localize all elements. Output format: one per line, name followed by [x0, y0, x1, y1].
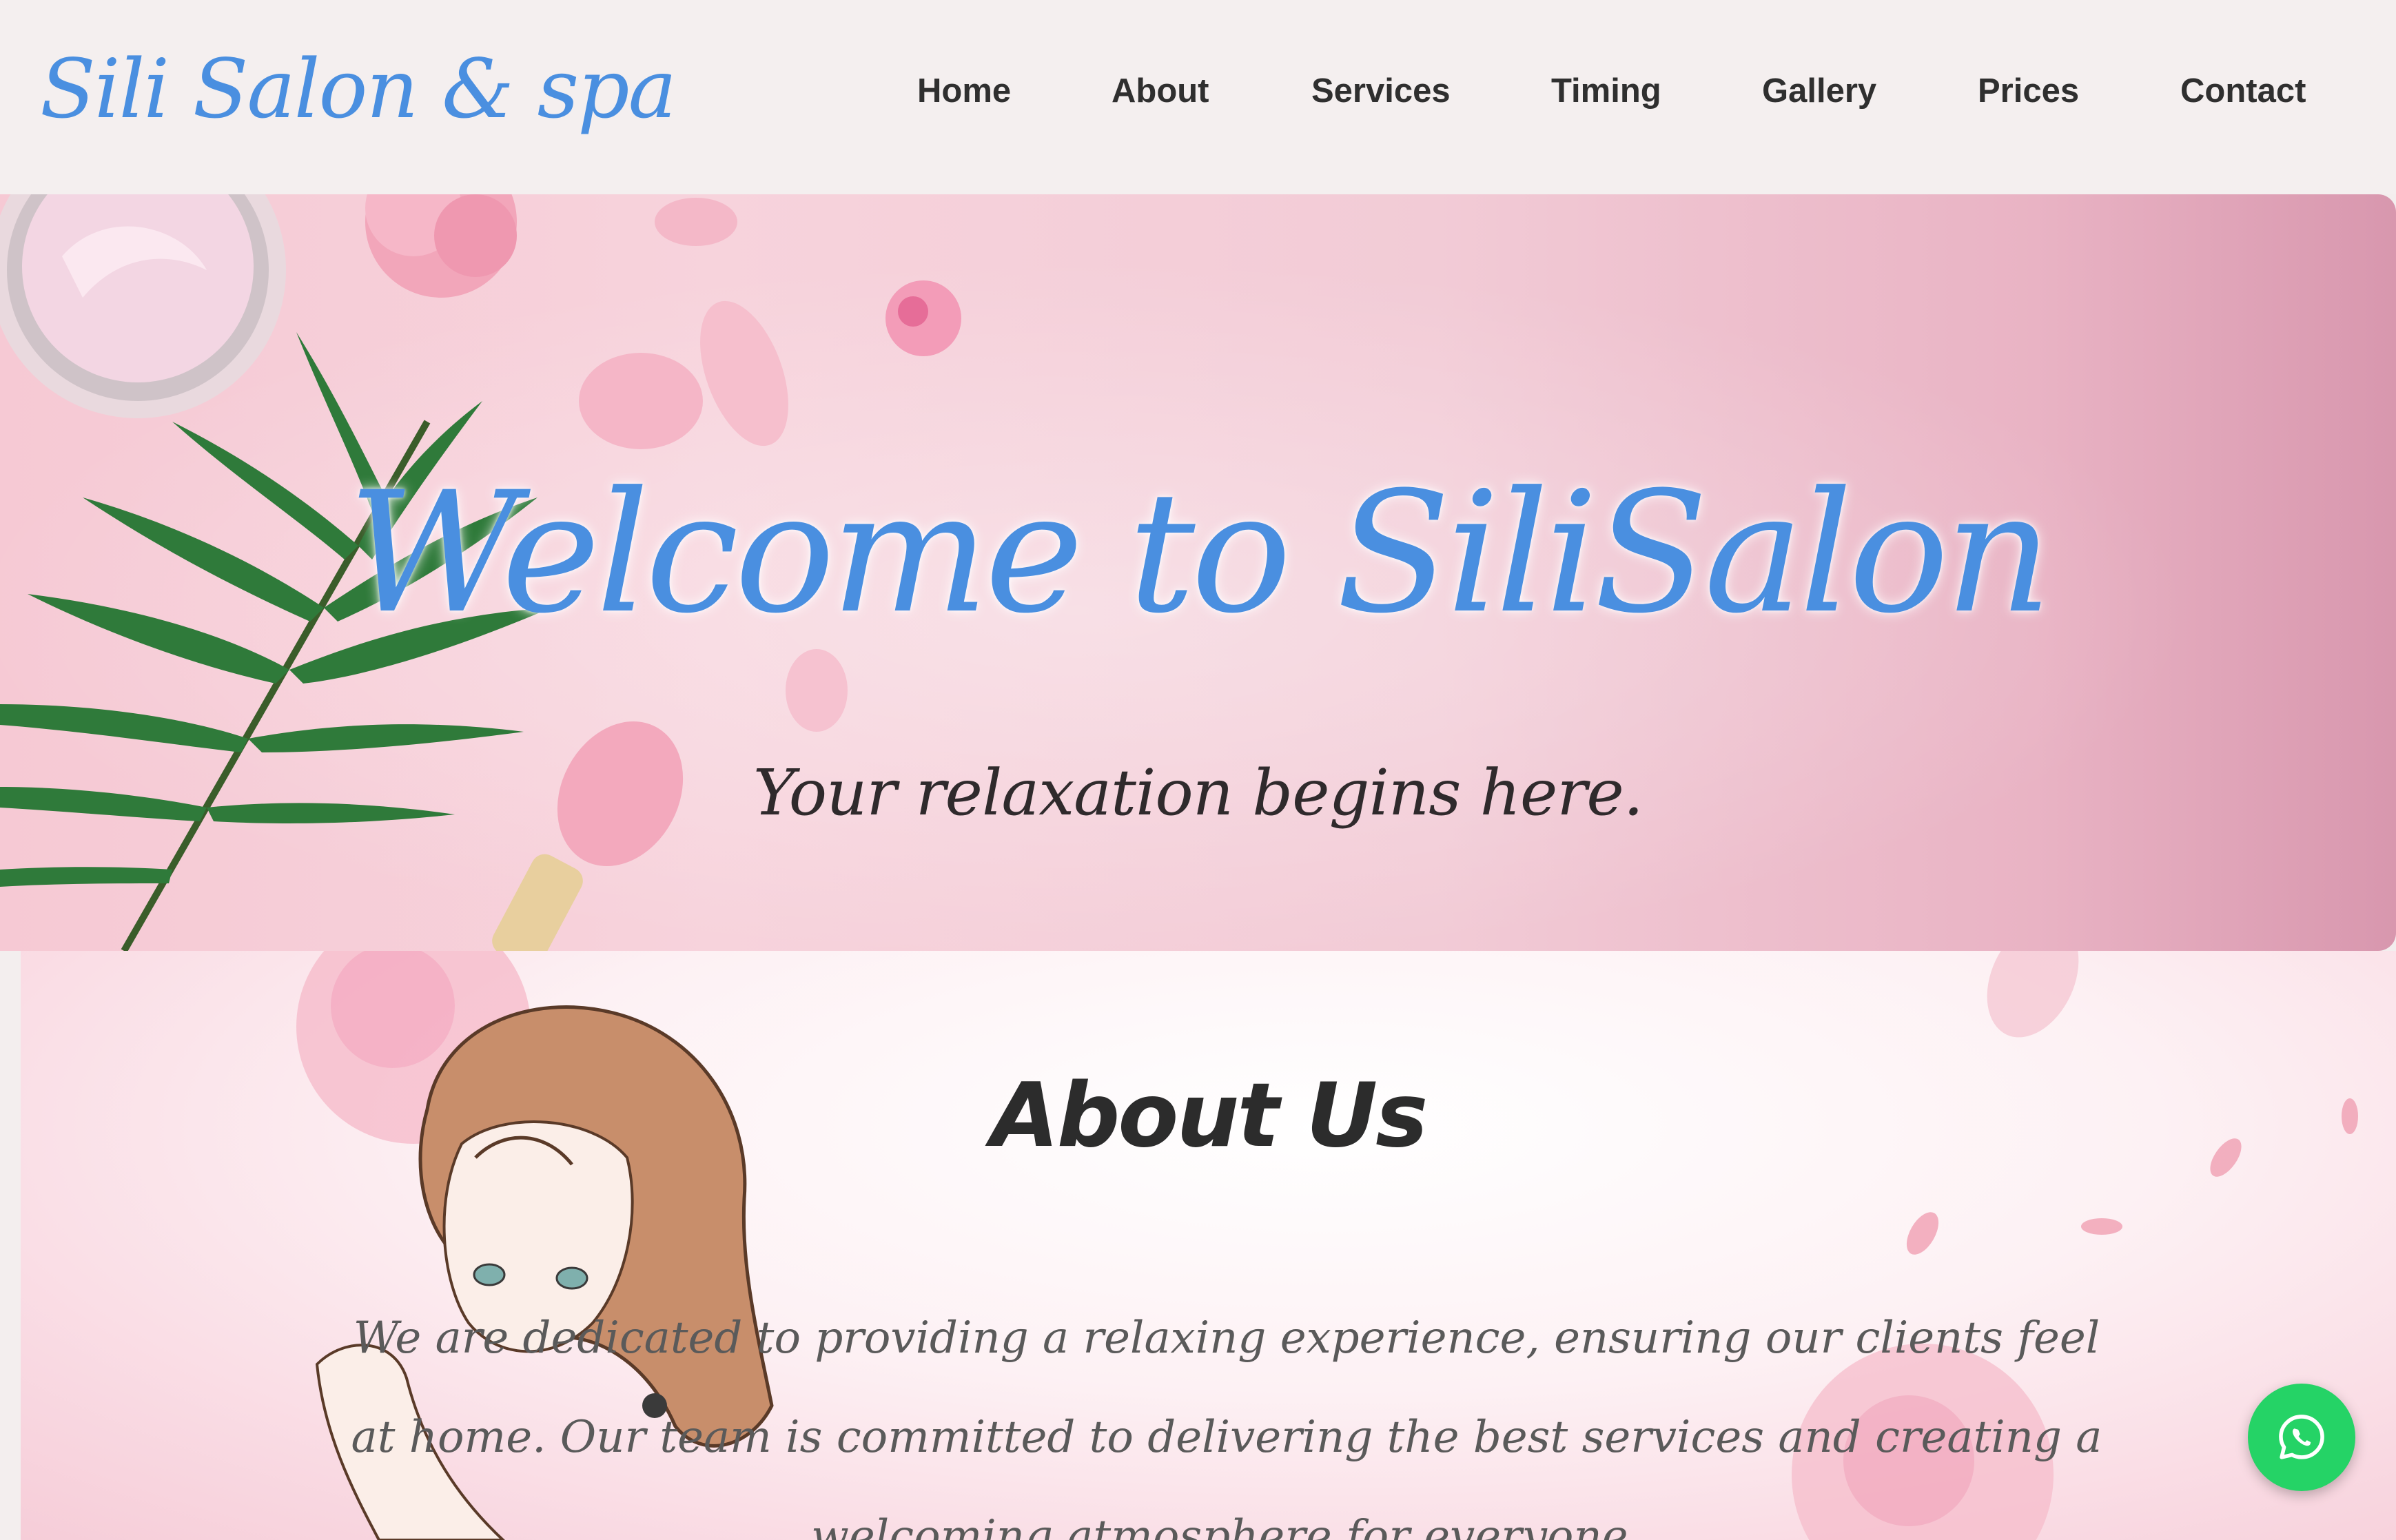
site-logo[interactable]: Sili Salon & spa — [40, 41, 677, 136]
about-section: About Us We are dedicated to providing a… — [21, 951, 2396, 1540]
about-description: We are dedicated to providing a relaxing… — [351, 1313, 2102, 1540]
nav-prices[interactable]: Prices — [1978, 72, 2079, 110]
nav-about[interactable]: About — [1112, 72, 1209, 110]
nav-home[interactable]: Home — [917, 72, 1011, 110]
about-title: About Us — [990, 1065, 1429, 1167]
cream-jar-image — [0, 194, 286, 418]
nav-timing[interactable]: Timing — [1551, 72, 1661, 110]
whatsapp-button[interactable] — [2248, 1384, 2355, 1491]
main-nav: Home About Services Timing Gallery Price… — [896, 72, 2329, 120]
hero-title: Welcome to SiliSalon — [347, 456, 2052, 650]
hero-banner: Welcome to SiliSalon Your relaxation beg… — [0, 194, 2396, 951]
whatsapp-icon — [2279, 1415, 2324, 1459]
site-header: Sili Salon & spa Home About Services Tim… — [0, 0, 2396, 194]
nav-gallery[interactable]: Gallery — [1762, 72, 1876, 110]
nav-services[interactable]: Services — [1311, 72, 1451, 110]
hero-subtitle: Your relaxation begins here. — [752, 756, 1644, 830]
nav-contact[interactable]: Contact — [2180, 72, 2306, 110]
